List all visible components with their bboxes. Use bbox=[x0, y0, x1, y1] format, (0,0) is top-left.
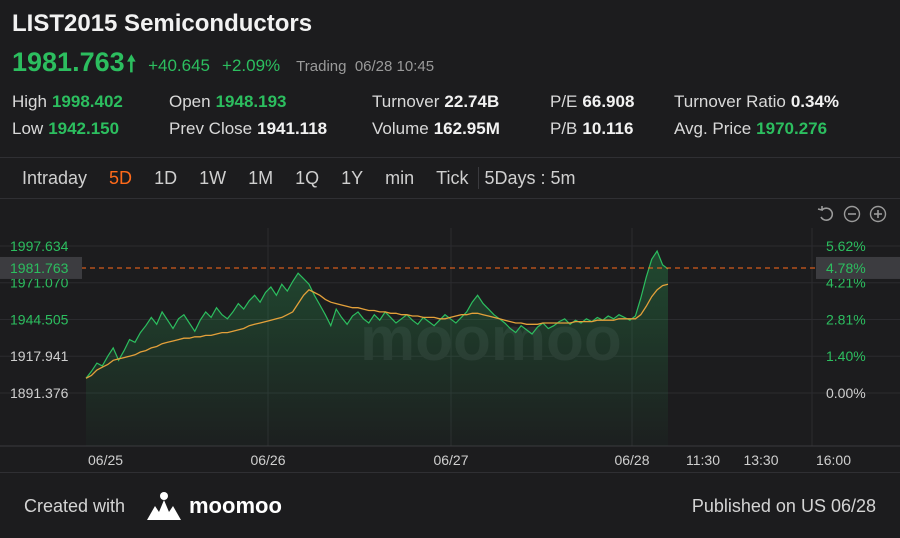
tab-separator bbox=[478, 167, 480, 189]
y-tick-label: 1997.634 bbox=[10, 238, 69, 254]
tab-1y[interactable]: 1Y bbox=[341, 168, 363, 189]
price-area bbox=[86, 251, 668, 446]
published-label: Published on US 06/28 bbox=[691, 496, 876, 516]
stat-turnover-ratio: Turnover Ratio 0.34% bbox=[674, 92, 840, 111]
divider bbox=[0, 472, 900, 473]
zoom-out-icon[interactable] bbox=[843, 205, 861, 223]
tab-tick[interactable]: Tick bbox=[436, 168, 468, 189]
created-with-label: Created with bbox=[24, 496, 126, 516]
price-row: 1981.763 🠕 +40.645 +2.09% Trading 06/28 … bbox=[12, 47, 434, 85]
up-arrow-icon: 🠕 bbox=[126, 51, 137, 76]
price-change: +40.645 bbox=[148, 56, 211, 75]
pct-tick-label: 0.00% bbox=[826, 385, 866, 401]
pct-tick-label: 5.62% bbox=[826, 238, 866, 254]
stat-high: High 1998.402 bbox=[12, 92, 123, 111]
x-tick-label: 06/25 bbox=[88, 452, 123, 468]
price-chart[interactable]: moomoo 1997.6341971.0701944.5051917.9411… bbox=[0, 228, 900, 473]
trading-status: Trading 06/28 10:45 bbox=[296, 58, 435, 75]
stat-pb: P/B 10.116 bbox=[550, 119, 634, 138]
tab-min[interactable]: min bbox=[385, 168, 414, 189]
stock-title: LIST2015 Semiconductors bbox=[12, 10, 313, 37]
reset-icon[interactable] bbox=[817, 205, 835, 223]
zoom-in-icon[interactable] bbox=[869, 205, 887, 223]
stat-avg-price: Avg. Price 1970.276 bbox=[674, 119, 828, 138]
moomoo-logo-icon bbox=[147, 492, 181, 520]
moomoo-logo: moomoo bbox=[145, 490, 282, 522]
pct-tick-label: 2.81% bbox=[826, 312, 866, 328]
x-tick-label: 13:30 bbox=[743, 452, 778, 468]
stat-volume: Volume 162.95M bbox=[372, 119, 500, 138]
pct-tick-label: 1.40% bbox=[826, 348, 866, 364]
stat-pe: P/E 66.908 bbox=[550, 92, 635, 111]
tab-1w[interactable]: 1W bbox=[199, 168, 226, 189]
x-tick-label: 16:00 bbox=[816, 452, 851, 468]
y-tick-label: 1944.505 bbox=[10, 312, 69, 328]
x-tick-label: 06/26 bbox=[250, 452, 285, 468]
y-tick-label: 1891.376 bbox=[10, 385, 69, 401]
x-tick-label: 11:30 bbox=[686, 452, 720, 468]
x-tick-label: 06/28 bbox=[614, 452, 649, 468]
tab-intraday[interactable]: Intraday bbox=[22, 168, 87, 189]
current-price-label: 1981.763 bbox=[10, 260, 69, 276]
period-tabs: Intraday 5D 1D 1W 1M 1Q 1Y min Tick 5Day… bbox=[0, 163, 576, 193]
y-tick-label: 1917.941 bbox=[10, 348, 69, 364]
tab-1d[interactable]: 1D bbox=[154, 168, 177, 189]
current-pct-label: 4.78% bbox=[826, 260, 866, 276]
interval-selector[interactable]: 5Days : 5m bbox=[484, 168, 575, 189]
stat-low: Low 1942.150 bbox=[12, 119, 120, 138]
x-tick-label: 06/27 bbox=[433, 452, 468, 468]
stat-prev-close: Prev Close 1941.118 bbox=[169, 119, 328, 138]
price-change-pct: +2.09% bbox=[222, 56, 281, 75]
tab-5d[interactable]: 5D bbox=[109, 168, 132, 189]
stat-turnover: Turnover 22.74B bbox=[372, 92, 500, 111]
tab-1m[interactable]: 1M bbox=[248, 168, 273, 189]
divider bbox=[0, 198, 900, 199]
status-datetime: 06/28 10:45 bbox=[354, 58, 435, 75]
stat-open: Open 1948.193 bbox=[169, 92, 287, 111]
divider bbox=[0, 157, 900, 158]
tab-1q[interactable]: 1Q bbox=[295, 168, 319, 189]
last-price: 1981.763 bbox=[12, 47, 125, 77]
